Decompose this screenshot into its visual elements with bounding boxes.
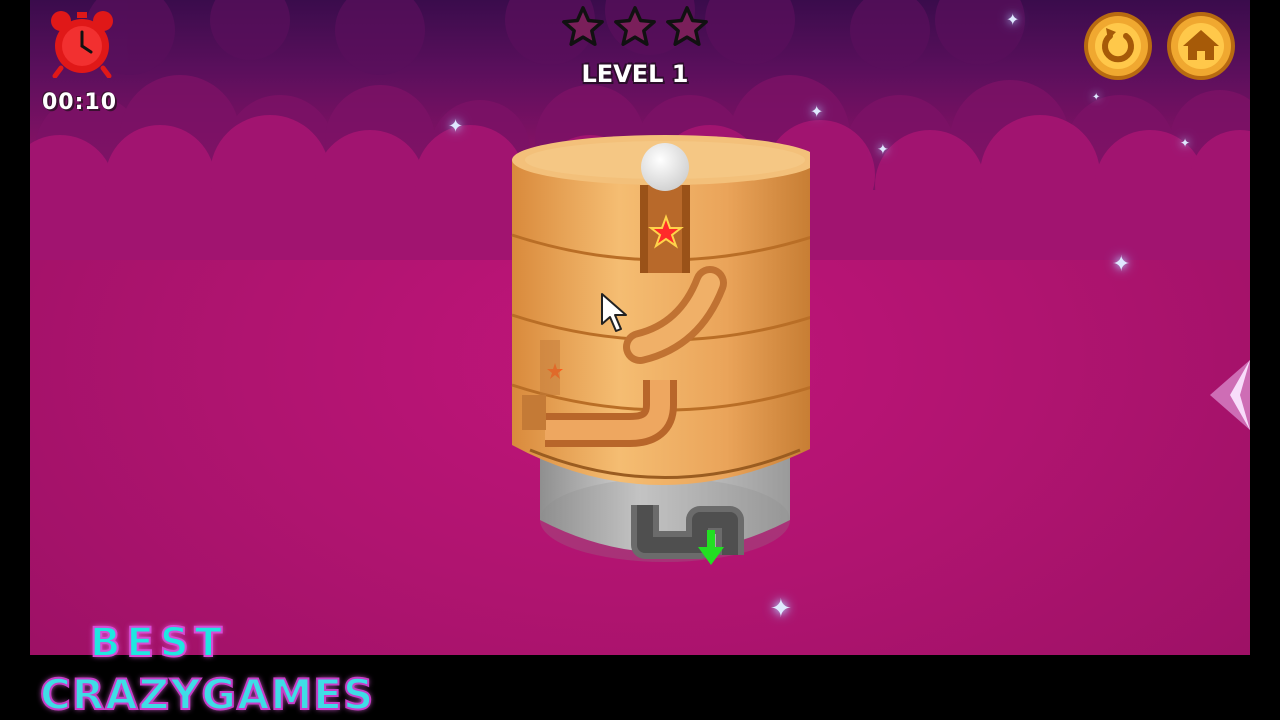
watermark-line1: BEST: [89, 619, 228, 667]
restart-icon: [1084, 12, 1152, 80]
level-label: LEVEL 1: [581, 60, 689, 88]
sparkle-icon: ✦: [448, 116, 464, 137]
timer-value: 00:10: [42, 90, 118, 115]
wooden-tower[interactable]: [470, 125, 810, 575]
sparkle-icon: ✦: [1112, 252, 1131, 277]
restart-button[interactable]: [1082, 10, 1154, 82]
sparkle-icon: ✦: [770, 594, 792, 624]
watermark-line2: CRAZYGAMES: [39, 669, 375, 720]
star-rating: [560, 2, 720, 52]
home-icon: [1167, 12, 1235, 80]
channel-watermark: BEST CRAZYGAMES: [38, 619, 374, 720]
shooting-star-icon: [1210, 360, 1250, 430]
star-outline-icon: [614, 6, 656, 46]
timer: 00:10: [42, 8, 132, 118]
sparkle-icon: ✦: [810, 102, 824, 121]
sparkle-icon: ✦: [877, 142, 889, 158]
sparkle-icon: ✦: [1180, 136, 1191, 150]
sparkle-icon: ✦: [1092, 92, 1101, 103]
game-canvas[interactable]: ✦ ✦ ✦ ✦ ✦ ✦ ✦ ✦ 00:10 LEVEL 1: [30, 0, 1250, 655]
sparkle-icon: ✦: [1006, 10, 1020, 29]
home-button[interactable]: [1165, 10, 1237, 82]
mouse-cursor-icon: [601, 293, 627, 332]
star-outline-icon: [562, 6, 604, 46]
star-outline-icon: [666, 6, 708, 46]
alarm-clock-icon: [51, 11, 113, 78]
video-frame: ✦ ✦ ✦ ✦ ✦ ✦ ✦ ✦ 00:10 LEVEL 1 BEST CRAZY…: [0, 0, 1280, 720]
